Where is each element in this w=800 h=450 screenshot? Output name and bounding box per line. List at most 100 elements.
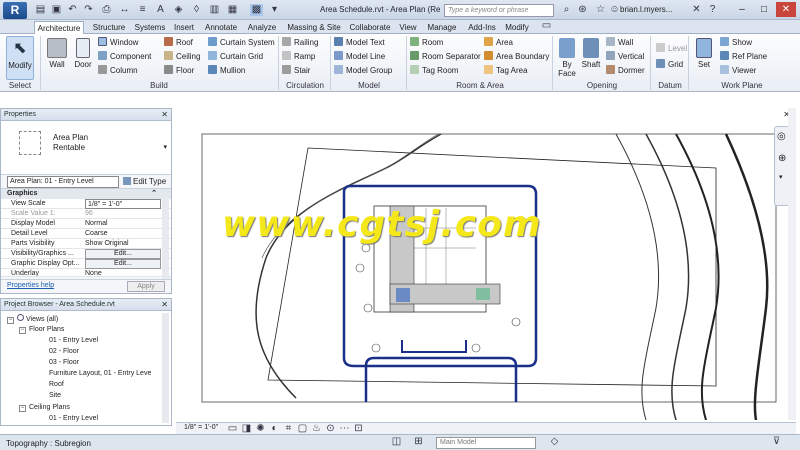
room-separator-button[interactable]: Room Separator bbox=[410, 51, 481, 63]
undo-icon[interactable]: ↶ bbox=[66, 4, 79, 16]
tab-modify[interactable]: Modify bbox=[502, 21, 532, 34]
property-value[interactable]: Normal bbox=[85, 219, 161, 229]
view-scale-field[interactable]: 1/8" = 1'-0" bbox=[85, 199, 161, 209]
modify-button[interactable]: ⬉ Modify bbox=[6, 36, 34, 80]
column-button[interactable]: Column bbox=[98, 65, 138, 77]
panel-title-select[interactable]: Select bbox=[4, 80, 36, 91]
tree-node-view[interactable]: 03 - Floor bbox=[49, 358, 79, 368]
opening-wall-button[interactable]: Wall bbox=[606, 37, 633, 49]
dropdown-icon[interactable]: ▾ bbox=[268, 4, 281, 16]
redo-icon[interactable]: ↷ bbox=[82, 4, 95, 16]
canvas-scrollbar[interactable] bbox=[788, 108, 796, 420]
browser-scrollbar[interactable] bbox=[162, 313, 169, 423]
tree-node-view[interactable]: Roof bbox=[49, 380, 64, 390]
railing-button[interactable]: Railing bbox=[282, 37, 318, 49]
roof-button[interactable]: Roof bbox=[164, 37, 193, 49]
model-text-button[interactable]: Model Text bbox=[334, 37, 385, 49]
close-icon[interactable]: ✕ bbox=[161, 109, 168, 121]
view-3d-icon[interactable]: ◈ bbox=[172, 4, 185, 16]
by-face-button[interactable]: By Face bbox=[556, 36, 578, 80]
user-name[interactable]: brian.l.myers... bbox=[620, 5, 672, 14]
tab-insert[interactable]: Insert bbox=[170, 21, 198, 34]
help-icon[interactable]: ? bbox=[706, 4, 719, 16]
area-boundary[interactable] bbox=[364, 356, 518, 402]
floor-button[interactable]: Floor bbox=[164, 65, 194, 77]
model-group-button[interactable]: Model Group bbox=[334, 65, 392, 77]
tag-area-button[interactable]: Tag Area bbox=[484, 65, 528, 77]
tree-node-view[interactable]: 01 - Entry Level bbox=[49, 414, 98, 424]
tab-manage[interactable]: Manage bbox=[424, 21, 460, 34]
mullion-button[interactable]: Mullion bbox=[208, 65, 245, 77]
panel-title-datum[interactable]: Datum bbox=[652, 80, 688, 91]
panel-title-model[interactable]: Model bbox=[334, 80, 404, 91]
tab-massing-site[interactable]: Massing & Site bbox=[284, 21, 344, 34]
area-button[interactable]: Area bbox=[484, 37, 513, 49]
property-row[interactable]: View Scale 1/8" = 1'-0" bbox=[1, 199, 171, 209]
search-icon[interactable]: ⌕ bbox=[560, 4, 573, 16]
shaft-button[interactable]: Shaft bbox=[580, 36, 602, 80]
property-row[interactable]: Detail Level Coarse bbox=[1, 229, 171, 239]
collapse-icon[interactable]: − bbox=[19, 327, 26, 334]
measure-icon[interactable]: ↔ bbox=[118, 4, 131, 16]
open-icon[interactable]: ▤ bbox=[34, 4, 47, 16]
grid-button[interactable]: Grid bbox=[656, 59, 683, 71]
vertical-button[interactable]: Vertical bbox=[606, 51, 644, 63]
properties-help-link[interactable]: Properties help bbox=[7, 282, 54, 289]
close-hidden-icon[interactable]: ▦ bbox=[226, 4, 239, 16]
collapse-icon[interactable]: − bbox=[19, 405, 26, 412]
save-icon[interactable]: ▣ bbox=[50, 4, 63, 16]
viewer-button[interactable]: Viewer bbox=[720, 65, 756, 77]
tab-add-ins[interactable]: Add-Ins bbox=[464, 21, 500, 34]
tab-architecture[interactable]: Architecture bbox=[34, 21, 84, 34]
panel-title-circulation[interactable]: Circulation bbox=[280, 80, 330, 91]
property-row[interactable]: Parts Visibility Show Original bbox=[1, 239, 171, 249]
view-scale[interactable]: 1/8" = 1'-0" bbox=[184, 424, 218, 431]
graphics-group[interactable]: Graphics ⌃ bbox=[1, 189, 171, 199]
design-options-icon[interactable]: ⊞ bbox=[412, 436, 425, 448]
maximize-button[interactable]: □ bbox=[754, 2, 774, 17]
graphic-display-edit-button[interactable]: Edit... bbox=[85, 259, 161, 269]
dormer-button[interactable]: Dormer bbox=[606, 65, 645, 77]
exchange-icon[interactable]: ✕ bbox=[690, 4, 703, 16]
collapse-icon[interactable]: ⌃ bbox=[151, 189, 157, 199]
curtain-grid-button[interactable]: Curtain Grid bbox=[208, 51, 263, 63]
ref-plane-button[interactable]: Ref Plane bbox=[720, 51, 767, 63]
apply-button[interactable]: Apply bbox=[127, 281, 165, 292]
instance-selector[interactable]: Area Plan: 01 - Entry Level bbox=[7, 176, 119, 188]
tree-node-view[interactable]: Furniture Layout, 01 - Entry Leve bbox=[49, 369, 151, 379]
zoom-icon[interactable]: ⊕ bbox=[778, 153, 786, 164]
panel-title-opening[interactable]: Opening bbox=[556, 80, 648, 91]
switch-windows-icon[interactable]: ▩ bbox=[250, 4, 263, 16]
search-input[interactable]: Type a keyword or phrase bbox=[444, 4, 554, 17]
tree-node-view[interactable]: Site bbox=[49, 391, 61, 401]
tab-analyze[interactable]: Analyze bbox=[244, 21, 280, 34]
property-row[interactable]: Display Model Normal bbox=[1, 219, 171, 229]
tree-node-view[interactable]: 01 - Entry Level bbox=[49, 336, 98, 346]
visibility-graphics-edit-button[interactable]: Edit... bbox=[85, 249, 161, 259]
close-icon[interactable]: ✕ bbox=[161, 299, 168, 311]
edit-type-button[interactable]: Edit Type bbox=[123, 176, 166, 188]
tree-node-floor-plans[interactable]: − Floor Plans bbox=[19, 325, 64, 335]
property-value[interactable]: None bbox=[85, 269, 161, 276]
close-button[interactable]: ✕ bbox=[776, 2, 796, 17]
property-value[interactable]: Coarse bbox=[85, 229, 161, 239]
align-icon[interactable]: ≡ bbox=[136, 4, 149, 16]
communication-icon[interactable]: ☆ bbox=[594, 4, 607, 16]
model-line-button[interactable]: Model Line bbox=[334, 51, 385, 63]
door-button[interactable]: Door bbox=[72, 36, 94, 80]
tree-node-ceiling-plans[interactable]: − Ceiling Plans bbox=[19, 403, 70, 413]
show-button[interactable]: Show bbox=[720, 37, 752, 49]
panel-title-work-plane[interactable]: Work Plane bbox=[692, 80, 792, 91]
properties-scrollbar[interactable] bbox=[162, 195, 169, 279]
press-drag-icon[interactable]: ◇ bbox=[548, 436, 561, 448]
crop-region[interactable] bbox=[201, 133, 777, 403]
main-model-select[interactable]: Main Model bbox=[436, 437, 536, 449]
ramp-button[interactable]: Ramp bbox=[282, 51, 315, 63]
thin-lines-icon[interactable]: ▥ bbox=[208, 4, 221, 16]
property-value[interactable]: Show Original bbox=[85, 239, 161, 249]
tab-view[interactable]: View bbox=[396, 21, 420, 34]
window-button[interactable]: Window bbox=[98, 37, 138, 49]
chevron-down-icon[interactable]: ▾ bbox=[163, 143, 167, 151]
drawing-canvas[interactable]: ◎ ⊕ ▾ ✕ bbox=[176, 108, 796, 421]
print-icon[interactable]: ⎙ bbox=[100, 4, 113, 16]
